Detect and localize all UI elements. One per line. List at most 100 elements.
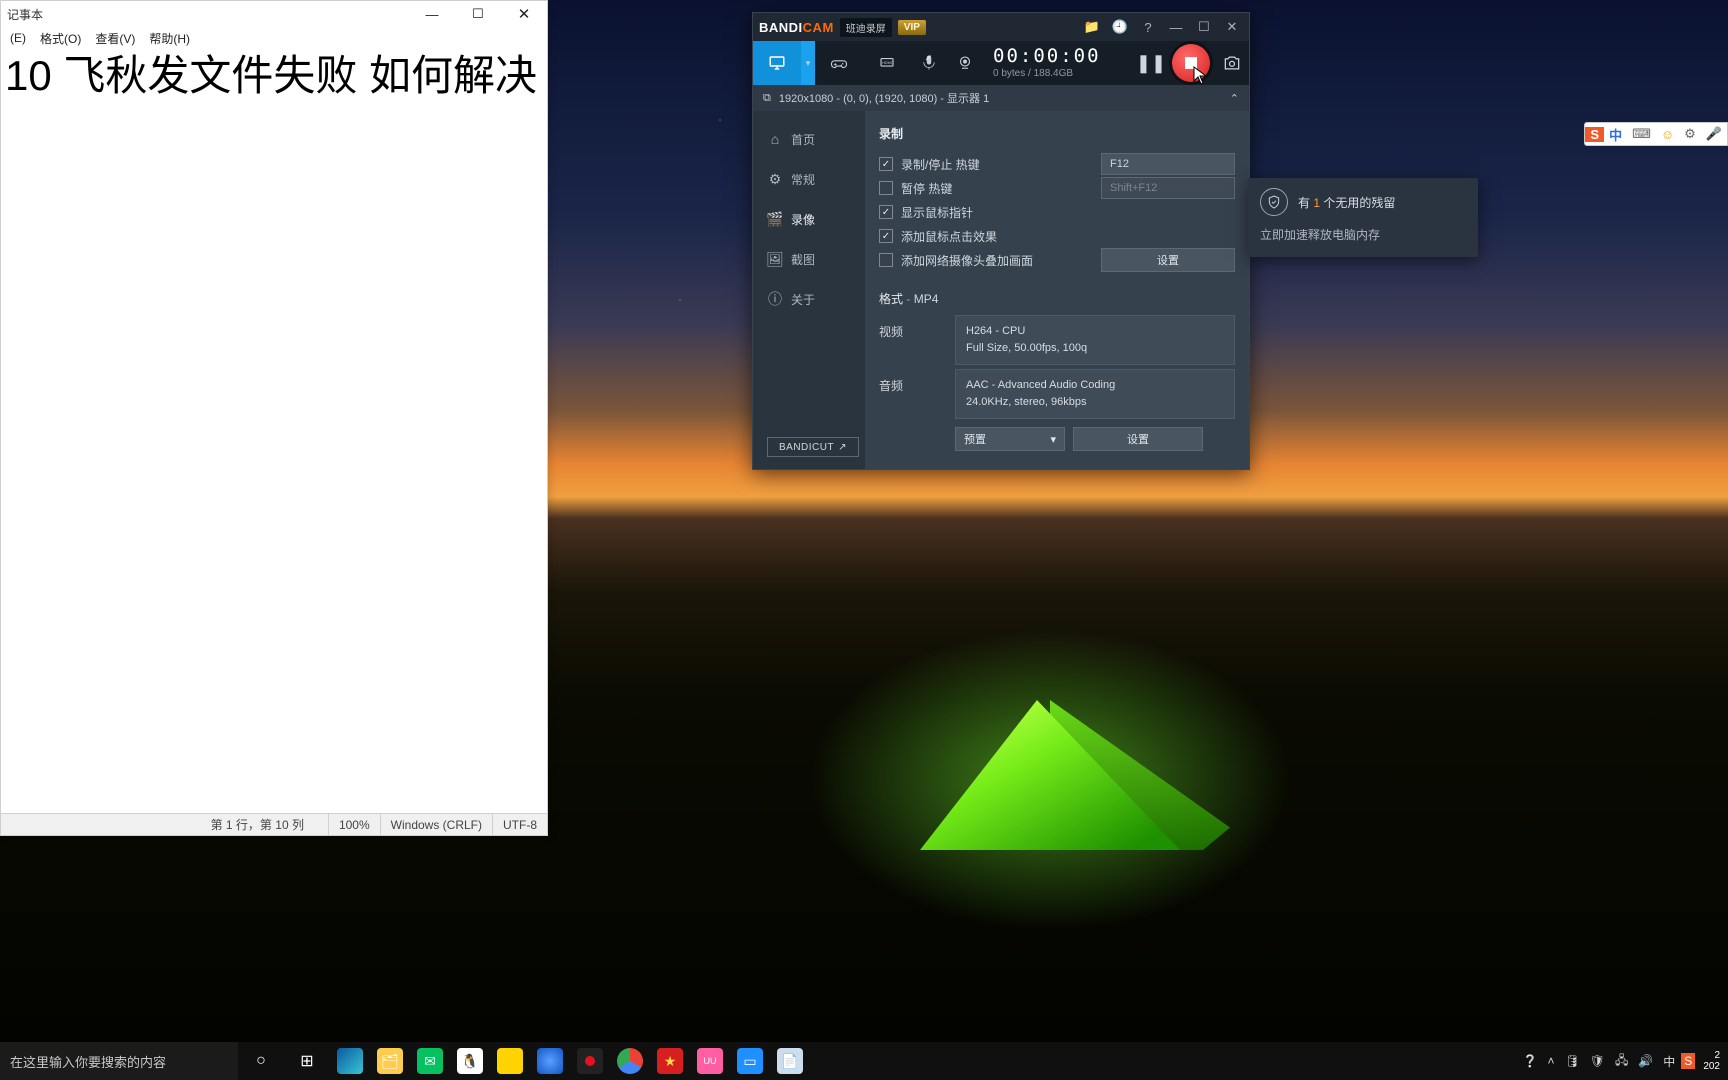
checkbox-record-hotkey[interactable] bbox=[879, 157, 893, 171]
taskbar-search[interactable]: 在这里输入你要搜索的内容 bbox=[0, 1042, 238, 1080]
pause-button[interactable]: ❚❚ bbox=[1135, 41, 1167, 85]
checkbox-webcam-overlay[interactable] bbox=[879, 253, 893, 267]
status-zoom: 100% bbox=[328, 814, 380, 835]
capture-info-bar[interactable]: ⧉ 1920x1080 - (0, 0), (1920, 1080) - 显示器… bbox=[753, 85, 1249, 111]
taskbar-app-emblem[interactable]: ★ bbox=[650, 1042, 690, 1080]
popup-message: 有 1 个无用的残留 bbox=[1298, 194, 1395, 211]
tray-clock[interactable]: 2202 bbox=[1697, 1050, 1726, 1072]
tray-help-icon[interactable]: ❔ bbox=[1519, 1054, 1542, 1068]
keyboard-icon[interactable]: ⌨ bbox=[1627, 126, 1656, 142]
menu-format[interactable]: 格式(O) bbox=[35, 29, 86, 48]
mode-game-button[interactable] bbox=[815, 41, 863, 85]
input-pause-hotkey[interactable]: Shift+F12 bbox=[1101, 177, 1235, 199]
preset-dropdown[interactable]: 预置▾ bbox=[955, 427, 1065, 451]
cortana-button[interactable]: ○ bbox=[238, 1042, 284, 1080]
close-button[interactable]: ✕ bbox=[1221, 19, 1243, 35]
taskbar-app-browser[interactable] bbox=[530, 1042, 570, 1080]
webcam-toggle[interactable] bbox=[947, 41, 983, 85]
image-icon: 🖼 bbox=[767, 251, 783, 268]
menu-edit[interactable]: (E) bbox=[5, 30, 31, 46]
folder-icon[interactable]: 📁 bbox=[1081, 19, 1103, 35]
menu-help[interactable]: 帮助(H) bbox=[144, 29, 195, 48]
size-value: 0 bytes / 188.4GB bbox=[993, 68, 1135, 79]
svg-text:HDMI: HDMI bbox=[882, 61, 892, 65]
info-icon: ⓘ bbox=[767, 289, 783, 309]
sidebar-item-general[interactable]: ⚙常规 bbox=[753, 159, 865, 199]
gear-icon[interactable]: ⚙ bbox=[1679, 126, 1701, 142]
mode-screen-dropdown[interactable]: ▾ bbox=[801, 41, 815, 85]
sidebar-item-video[interactable]: 🎬录像 bbox=[753, 199, 865, 239]
maximize-button[interactable]: ☐ bbox=[1193, 19, 1215, 35]
taskbar-app-edge[interactable] bbox=[330, 1042, 370, 1080]
tray-volume-icon[interactable]: 🔊 bbox=[1634, 1054, 1657, 1068]
taskbar-app-chrome[interactable] bbox=[610, 1042, 650, 1080]
minimize-button[interactable]: — bbox=[1165, 20, 1187, 35]
minimize-button[interactable]: — bbox=[409, 1, 455, 27]
close-button[interactable]: ✕ bbox=[501, 1, 547, 27]
bandicam-titlebar[interactable]: BANDICAM 班迪录屏 VIP 📁 🕘 ? — ☐ ✕ bbox=[753, 13, 1249, 41]
notepad-textarea[interactable]: 10 飞秋发文件失败 如何解决 bbox=[1, 49, 547, 813]
tray-ime-icon[interactable]: 中 bbox=[1659, 1053, 1679, 1070]
mic-toggle[interactable] bbox=[911, 41, 947, 85]
taskbar-app-pink[interactable]: UU bbox=[690, 1042, 730, 1080]
taskbar-app-record[interactable] bbox=[570, 1042, 610, 1080]
notepad-window: 记事本 — ☐ ✕ (E) 格式(O) 查看(V) 帮助(H) 10 飞秋发文件… bbox=[0, 0, 548, 836]
settings-button[interactable]: 设置 bbox=[1101, 248, 1235, 272]
mode-screen-button[interactable] bbox=[753, 41, 801, 85]
input-record-hotkey[interactable]: F12 bbox=[1101, 153, 1235, 175]
ime-logo[interactable]: S bbox=[1585, 127, 1604, 142]
ime-toolbar[interactable]: S 中 ⌨ ☺ ⚙ 🎤 bbox=[1584, 122, 1728, 146]
label-webcam-overlay: 添加网络摄像头叠加画面 bbox=[901, 252, 1101, 269]
taskbar-app-explorer[interactable]: 🗂 bbox=[370, 1042, 410, 1080]
checkbox-show-cursor[interactable] bbox=[879, 205, 893, 219]
taskbar-app-window[interactable]: ▭ bbox=[730, 1042, 770, 1080]
tray-sogou-icon[interactable]: S bbox=[1681, 1053, 1695, 1069]
taskbar-app-qq[interactable]: 🐧 bbox=[450, 1042, 490, 1080]
sidebar-item-about[interactable]: ⓘ关于 bbox=[753, 279, 865, 319]
tray-app-icon[interactable]: 🛢 bbox=[1560, 1054, 1583, 1068]
bandicam-toolbar: ▾ HDMI 00:00:00 0 bytes / 188.4GB ❚❚ bbox=[753, 41, 1249, 85]
security-popup[interactable]: 有 1 个无用的残留 立即加速释放电脑内存 bbox=[1248, 178, 1478, 257]
tray-network-icon[interactable]: 🖧 bbox=[1611, 1051, 1632, 1072]
taskbar-app-wechat[interactable]: ✉ bbox=[410, 1042, 450, 1080]
format-settings-button[interactable]: 设置 bbox=[1073, 427, 1203, 451]
maximize-button[interactable]: ☐ bbox=[455, 1, 501, 27]
label-click-effect: 添加鼠标点击效果 bbox=[901, 228, 1235, 245]
tray-shield-icon[interactable]: 🛡 bbox=[1586, 1054, 1609, 1068]
clock-icon[interactable]: 🕘 bbox=[1109, 19, 1131, 35]
system-tray: ❔ ˄ 🛢 🛡 🖧 🔊 中 S 2202 bbox=[1519, 1042, 1728, 1080]
tray-chevron-icon[interactable]: ˄ bbox=[1543, 1054, 1558, 1068]
spec-audio-value: AAC - Advanced Audio Coding 24.0KHz, ste… bbox=[955, 369, 1235, 419]
checkbox-click-effect[interactable] bbox=[879, 229, 893, 243]
mode-device-button[interactable]: HDMI bbox=[863, 41, 911, 85]
emoji-icon[interactable]: ☺ bbox=[1656, 127, 1679, 142]
screenshot-button[interactable] bbox=[1215, 41, 1249, 85]
notepad-statusbar: 第 1 行，第 10 列 100% Windows (CRLF) UTF-8 bbox=[1, 813, 547, 835]
menu-view[interactable]: 查看(V) bbox=[90, 29, 140, 48]
ime-lang[interactable]: 中 bbox=[1604, 125, 1627, 144]
sidebar-item-home[interactable]: ⌂首页 bbox=[753, 119, 865, 159]
spec-video-label: 视频 bbox=[879, 315, 955, 365]
bandicam-main: ⌂首页 ⚙常规 🎬录像 🖼截图 ⓘ关于 BANDICUT↗ 录制 录制/停止 热… bbox=[753, 111, 1249, 469]
taskview-button[interactable]: ⊞ bbox=[284, 1042, 330, 1080]
collapse-icon[interactable]: ⌃ bbox=[1230, 92, 1239, 105]
wallpaper-tent bbox=[900, 670, 1240, 850]
help-icon[interactable]: ? bbox=[1137, 20, 1159, 35]
record-button[interactable] bbox=[1167, 41, 1215, 85]
timer-value: 00:00:00 bbox=[993, 47, 1135, 66]
record-timer: 00:00:00 0 bytes / 188.4GB bbox=[983, 41, 1135, 85]
popup-action[interactable]: 立即加速释放电脑内存 bbox=[1260, 226, 1466, 243]
notepad-titlebar[interactable]: 记事本 — ☐ ✕ bbox=[1, 1, 547, 27]
format-value: MP4 bbox=[914, 292, 939, 306]
mouse-cursor bbox=[1193, 66, 1207, 86]
bandicam-window: BANDICAM 班迪录屏 VIP 📁 🕘 ? — ☐ ✕ ▾ HDMI 00:… bbox=[752, 12, 1250, 470]
taskbar-app-notes[interactable]: 📄 bbox=[770, 1042, 810, 1080]
bandicut-button[interactable]: BANDICUT↗ bbox=[767, 437, 859, 457]
taskbar-app-sticky[interactable] bbox=[490, 1042, 530, 1080]
checkbox-pause-hotkey[interactable] bbox=[879, 181, 893, 195]
sidebar-item-image[interactable]: 🖼截图 bbox=[753, 239, 865, 279]
format-header: 格式 bbox=[879, 292, 903, 306]
mic-icon[interactable]: 🎤 bbox=[1701, 126, 1727, 142]
label-show-cursor: 显示鼠标指针 bbox=[901, 204, 1235, 221]
shield-icon bbox=[1260, 188, 1288, 216]
